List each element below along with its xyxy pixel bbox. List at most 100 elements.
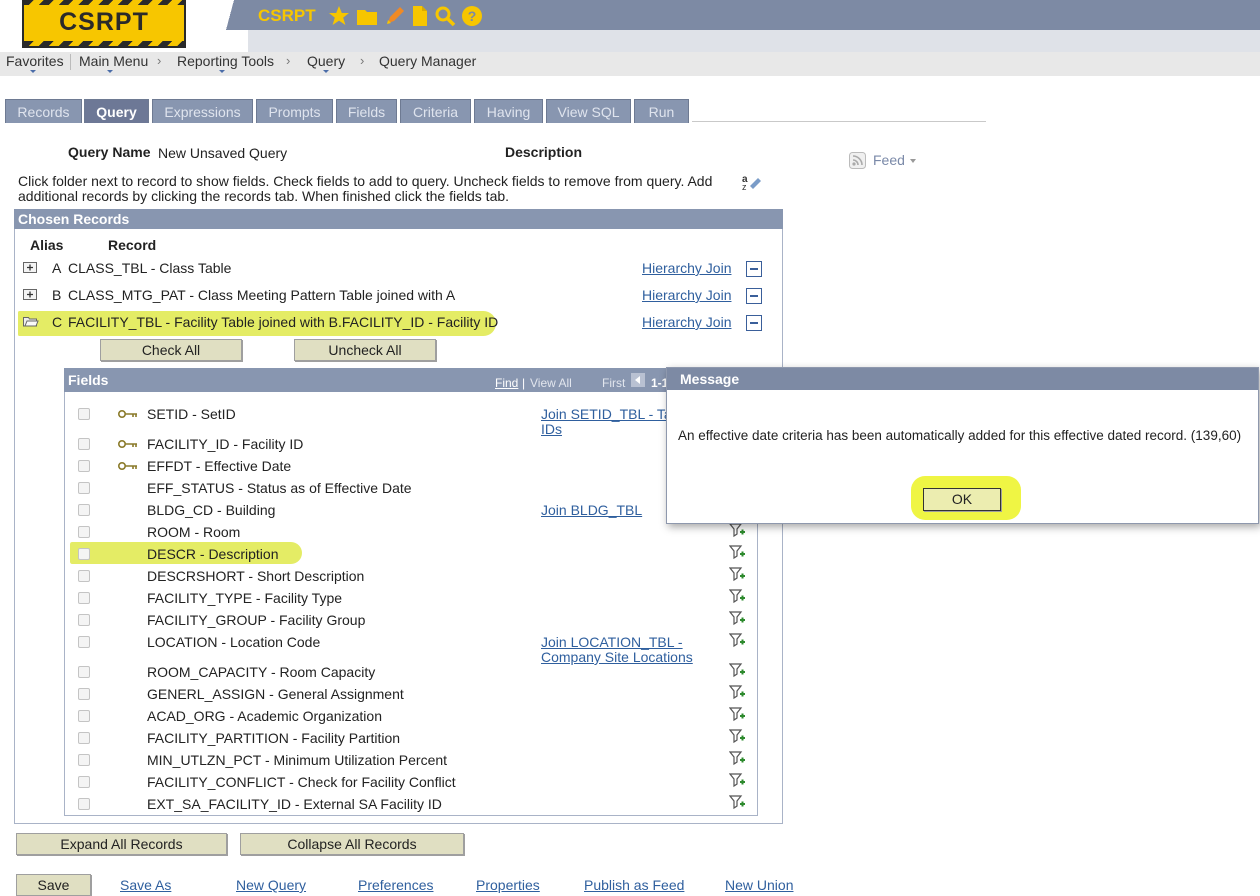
divider	[70, 54, 71, 70]
first-link[interactable]: First	[602, 376, 625, 390]
field-name: MIN_UTLZN_PCT - Minimum Utilization Perc…	[147, 752, 448, 768]
field-checkbox[interactable]	[78, 592, 90, 604]
nav-main-menu[interactable]: Main Menu	[79, 53, 148, 69]
tab-having[interactable]: Having	[474, 99, 543, 123]
save-button[interactable]: Save	[16, 874, 91, 896]
field-checkbox[interactable]	[78, 438, 90, 450]
tab-expressions[interactable]: Expressions	[152, 99, 253, 123]
remove-record-icon[interactable]	[746, 288, 762, 304]
new-query-link[interactable]: New Query	[236, 877, 306, 893]
previous-page-icon[interactable]	[631, 373, 645, 387]
chevron-down-icon	[910, 159, 916, 163]
expand-folder-icon[interactable]	[23, 289, 37, 300]
field-name: BLDG_CD - Building	[147, 502, 276, 518]
field-checkbox[interactable]	[78, 548, 90, 560]
field-checkbox[interactable]	[78, 408, 90, 420]
field-checkbox[interactable]	[78, 732, 90, 744]
pencil-icon[interactable]	[384, 5, 406, 27]
publish-as-feed-link[interactable]: Publish as Feed	[584, 877, 684, 893]
tab-fields[interactable]: Fields	[336, 99, 397, 123]
check-all-button[interactable]: Check All	[100, 339, 242, 361]
record-alias: B	[52, 287, 62, 303]
field-name: EFFDT - Effective Date	[147, 458, 292, 474]
add-criteria-icon[interactable]	[729, 706, 745, 722]
add-criteria-icon[interactable]	[729, 588, 745, 604]
field-checkbox[interactable]	[78, 504, 90, 516]
rss-feed-icon[interactable]	[849, 152, 866, 169]
tab-view-sql[interactable]: View SQL	[546, 99, 631, 123]
add-criteria-icon[interactable]	[729, 794, 745, 810]
remove-record-icon[interactable]	[746, 315, 762, 331]
chevron-down-icon	[219, 70, 225, 73]
feed-link[interactable]: Feed	[873, 152, 905, 168]
add-criteria-icon[interactable]	[729, 610, 745, 626]
document-icon[interactable]	[409, 5, 431, 27]
expand-folder-icon[interactable]	[23, 262, 37, 273]
preferences-link[interactable]: Preferences	[358, 877, 433, 893]
uncheck-all-button[interactable]: Uncheck All	[294, 339, 436, 361]
breadcrumb-separator: ›	[157, 53, 162, 68]
field-join-link-continued[interactable]: Company Site Locations	[541, 649, 693, 665]
collapse-all-records-button[interactable]: Collapse All Records	[240, 833, 464, 855]
nav-reporting-tools[interactable]: Reporting Tools	[177, 53, 274, 69]
field-join-link[interactable]: Join LOCATION_TBL -	[541, 634, 683, 650]
field-checkbox[interactable]	[78, 636, 90, 648]
hierarchy-join-link[interactable]: Hierarchy Join	[642, 287, 731, 303]
tab-records[interactable]: Records	[5, 99, 82, 123]
open-folder-icon[interactable]	[23, 316, 39, 327]
hierarchy-join-link[interactable]: Hierarchy Join	[642, 314, 731, 330]
add-criteria-icon[interactable]	[729, 750, 745, 766]
spellcheck-icon[interactable]: az	[742, 172, 762, 190]
field-checkbox[interactable]	[78, 482, 90, 494]
field-checkbox[interactable]	[78, 614, 90, 626]
add-criteria-icon[interactable]	[729, 684, 745, 700]
search-icon[interactable]	[434, 5, 456, 27]
tab-prompts[interactable]: Prompts	[256, 99, 333, 123]
field-checkbox[interactable]	[78, 688, 90, 700]
add-criteria-icon[interactable]	[729, 662, 745, 678]
nav-query[interactable]: Query	[307, 53, 345, 69]
record-column-header: Record	[108, 237, 157, 253]
find-link[interactable]: Find	[495, 376, 518, 390]
tab-run[interactable]: Run	[634, 99, 689, 123]
properties-link[interactable]: Properties	[476, 877, 540, 893]
field-join-link[interactable]: Join SETID_TBL - Ta	[541, 406, 672, 422]
tab-criteria[interactable]: Criteria	[400, 99, 471, 123]
add-criteria-icon[interactable]	[729, 522, 745, 538]
ok-button[interactable]: OK	[923, 488, 1001, 511]
star-icon[interactable]	[328, 5, 350, 27]
field-checkbox[interactable]	[78, 754, 90, 766]
field-checkbox[interactable]	[78, 570, 90, 582]
tab-query[interactable]: Query	[84, 99, 149, 123]
tab-underline	[692, 121, 986, 122]
record-alias: A	[52, 260, 62, 276]
field-join-link[interactable]: Join BLDG_TBL	[541, 502, 642, 518]
logo: CSRPT	[22, 0, 186, 48]
add-criteria-icon[interactable]	[729, 728, 745, 744]
expand-all-records-button[interactable]: Expand All Records	[16, 833, 227, 855]
add-criteria-icon[interactable]	[729, 566, 745, 582]
field-checkbox[interactable]	[78, 776, 90, 788]
folder-icon[interactable]	[356, 5, 378, 27]
hierarchy-join-link[interactable]: Hierarchy Join	[642, 260, 731, 276]
add-criteria-icon[interactable]	[729, 772, 745, 788]
field-checkbox[interactable]	[78, 710, 90, 722]
nav-query-manager[interactable]: Query Manager	[379, 53, 476, 69]
description-label: Description	[505, 144, 583, 160]
field-checkbox[interactable]	[78, 666, 90, 678]
help-icon[interactable]: ?	[461, 5, 483, 27]
new-union-link[interactable]: New Union	[725, 877, 793, 893]
add-criteria-icon[interactable]	[729, 632, 745, 648]
nav-favorites[interactable]: Favorites	[6, 53, 64, 69]
svg-text:z: z	[742, 182, 747, 190]
field-checkbox[interactable]	[78, 798, 90, 810]
record-name: FACILITY_TBL - Facility Table joined wit…	[68, 314, 499, 330]
field-checkbox[interactable]	[78, 526, 90, 538]
field-join-link-continued[interactable]: IDs	[541, 421, 562, 437]
add-criteria-icon[interactable]	[729, 544, 745, 560]
view-all-link[interactable]: View All	[530, 376, 572, 390]
field-checkbox[interactable]	[78, 460, 90, 472]
save-as-link[interactable]: Save As	[120, 877, 171, 893]
remove-record-icon[interactable]	[746, 261, 762, 277]
dialog-title: Message	[667, 368, 1258, 390]
